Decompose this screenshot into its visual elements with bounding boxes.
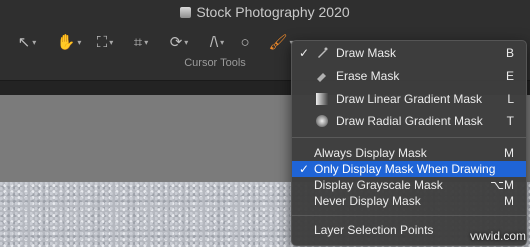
menu-item-draw-linear-gradient-mask[interactable]: Draw Linear Gradient Mask L xyxy=(292,91,526,107)
hand-icon: ✋ xyxy=(56,34,76,51)
menu-item-label: Only Display Mask When Drawing xyxy=(314,162,496,176)
menu-item-shortcut: L xyxy=(507,92,514,106)
title-bar: Stock Photography 2020 xyxy=(0,0,530,26)
menu-item-shortcut: B xyxy=(505,46,514,60)
window-title-text: Stock Photography 2020 xyxy=(196,4,350,20)
straighten-icon: /\ xyxy=(209,33,219,51)
chevron-down-icon: ▾ xyxy=(184,37,189,47)
radial-gradient-icon xyxy=(316,115,328,127)
window-title: Stock Photography 2020 xyxy=(0,4,530,20)
checkmark-icon: ✓ xyxy=(299,46,310,60)
menu-item-shortcut: E xyxy=(505,69,514,83)
menu-separator xyxy=(292,137,526,138)
app-icon xyxy=(180,7,192,18)
brush-icon: 🖌 xyxy=(268,34,288,51)
linear-gradient-icon xyxy=(316,93,328,105)
menu-item-erase-mask[interactable]: Erase Mask E xyxy=(292,68,526,84)
menu-item-label: Layer Selection Points xyxy=(314,223,434,237)
menu-item-only-display-mask-when-drawing[interactable]: ✓ Only Display Mask When Drawing xyxy=(292,161,526,177)
menu-item-never-display-mask[interactable]: Never Display Mask M xyxy=(292,193,526,209)
menu-item-always-display-mask[interactable]: Always Display Mask M xyxy=(292,145,526,161)
perspective-tool-button[interactable]: ⛶ ▾ xyxy=(90,30,120,54)
menu-item-shortcut: M xyxy=(504,146,514,160)
menu-separator xyxy=(292,215,526,216)
pointer-icon: ↖ xyxy=(17,34,31,51)
pointer-tool-button[interactable]: ↖ ▾ xyxy=(12,30,42,54)
menu-item-shortcut: ⌥M xyxy=(490,178,514,192)
menu-item-shortcut: M xyxy=(504,194,514,208)
chevron-down-icon: ▾ xyxy=(77,37,82,47)
menu-item-label: Always Display Mask xyxy=(314,146,427,160)
menu-item-label: Draw Mask xyxy=(336,46,397,60)
brush-icon xyxy=(316,47,328,59)
menu-item-display-grayscale-mask[interactable]: Display Grayscale Mask ⌥M xyxy=(292,177,526,193)
eraser-icon xyxy=(316,70,328,82)
menu-item-draw-mask[interactable]: ✓ Draw Mask B xyxy=(292,45,526,61)
menu-item-label: Draw Radial Gradient Mask xyxy=(336,114,483,128)
crop-icon: ⌗ xyxy=(133,33,143,51)
menu-item-label: Never Display Mask xyxy=(314,194,421,208)
chevron-down-icon: ▾ xyxy=(144,37,149,47)
watermark: vwvid.com xyxy=(469,229,526,243)
perspective-icon: ⛶ xyxy=(96,33,108,51)
rotate-icon: ⟳ xyxy=(169,34,183,51)
crop-tool-button[interactable]: ⌗ ▾ xyxy=(126,30,156,54)
checkmark-icon: ✓ xyxy=(299,162,310,176)
spot-tool-button[interactable]: ○ xyxy=(234,30,256,54)
menu-item-shortcut: T xyxy=(506,114,514,128)
hand-tool-button[interactable]: ✋ ▾ xyxy=(54,30,84,54)
circle-icon: ○ xyxy=(240,33,250,51)
menu-item-label: Erase Mask xyxy=(336,69,400,83)
chevron-down-icon: ▾ xyxy=(32,37,37,47)
rotate-tool-button[interactable]: ⟳ ▾ xyxy=(164,30,194,54)
chevron-down-icon: ▾ xyxy=(220,37,225,47)
chevron-down-icon: ▾ xyxy=(109,37,114,47)
mask-menu: ✓ Draw Mask B Erase Mask E Draw Linear G… xyxy=(291,40,527,246)
menu-item-label: Display Grayscale Mask xyxy=(314,178,443,192)
menu-item-label: Draw Linear Gradient Mask xyxy=(336,92,483,106)
straighten-tool-button[interactable]: /\ ▾ xyxy=(202,30,232,54)
menu-item-draw-radial-gradient-mask[interactable]: Draw Radial Gradient Mask T xyxy=(292,113,526,129)
